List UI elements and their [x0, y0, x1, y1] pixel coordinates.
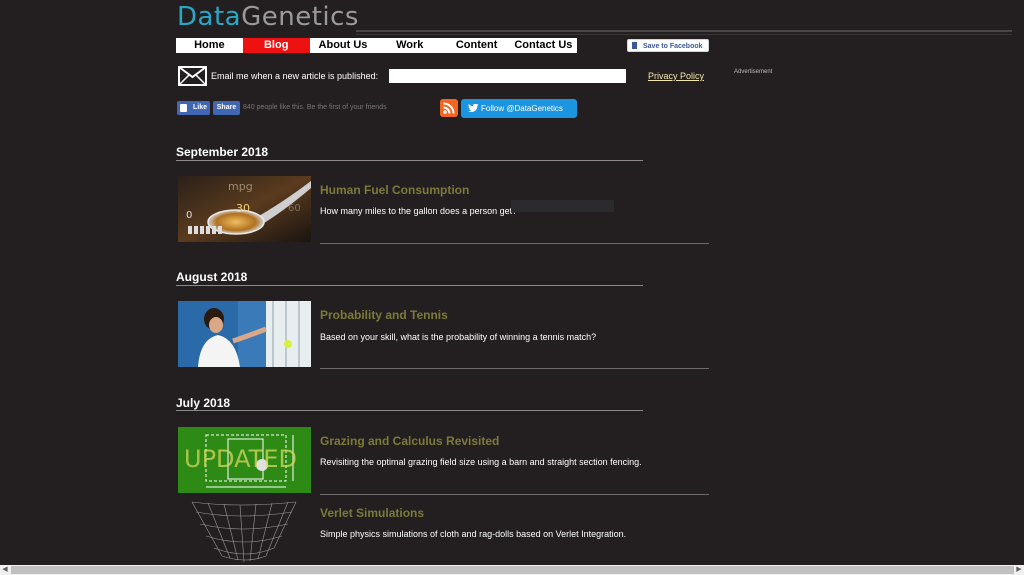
scrollbar-thumb[interactable]: [11, 566, 1014, 574]
header-divider: [356, 30, 1012, 32]
thumb-thirty-text: 30: [236, 202, 250, 215]
header-divider-secondary: [356, 34, 1012, 35]
month-heading: September 2018: [176, 145, 269, 159]
thumbs-up-icon: [180, 104, 187, 112]
article-title-grazing[interactable]: Grazing and Calculus Revisited: [320, 434, 499, 448]
article-desc-grazing: Revisiting the optimal grazing field siz…: [320, 457, 642, 467]
month-divider: [176, 285, 643, 286]
facebook-like-count: 840 people like this. Be the first of yo…: [243, 104, 387, 111]
month-divider: [176, 410, 643, 411]
site-logo[interactable]: DataGenetics: [177, 2, 359, 32]
article-desc-tennis: Based on your skill, what is the probabi…: [320, 332, 597, 342]
article-title-fuel[interactable]: Human Fuel Consumption: [320, 183, 469, 197]
nav-work[interactable]: Work: [376, 38, 443, 53]
save-to-facebook-button[interactable]: Save to Facebook: [627, 39, 709, 52]
month-heading: July 2018: [176, 396, 231, 410]
nav-contact-us[interactable]: Contact Us: [510, 38, 577, 53]
twitter-follow-button[interactable]: Follow @DataGenetics: [461, 99, 577, 118]
envelope-icon: [178, 66, 207, 86]
article-title-verlet[interactable]: Verlet Simulations: [320, 506, 424, 520]
thumb-mpg-text: mpg: [228, 180, 253, 193]
thumb-sixty-text: 60: [288, 203, 301, 214]
overlay-strip: [511, 200, 614, 212]
nav-content[interactable]: Content: [443, 38, 510, 53]
logo-genetics-text: Genetics: [241, 2, 359, 32]
article-desc-fuel: How many miles to the gallon does a pers…: [320, 206, 518, 216]
rss-icon[interactable]: [440, 99, 458, 117]
article-thumbnail-tennis[interactable]: [178, 301, 311, 367]
twitter-follow-label: Follow @DataGenetics: [481, 104, 563, 113]
article-desc-verlet: Simple physics simulations of cloth and …: [320, 529, 627, 539]
article-thumbnail-verlet[interactable]: [178, 498, 311, 564]
article-divider: [320, 494, 709, 495]
horizontal-scrollbar[interactable]: ◀ ▶: [0, 565, 1024, 575]
article-thumbnail-grazing[interactable]: UPDATED: [178, 427, 311, 493]
month-divider: [176, 160, 643, 161]
article-title-tennis[interactable]: Probability and Tennis: [320, 308, 448, 322]
scroll-left-arrow-icon[interactable]: ◀: [0, 565, 10, 575]
article-divider: [320, 368, 709, 369]
article-thumbnail-fuel[interactable]: mpg 0 30 60: [178, 176, 311, 242]
thumb-updated-text: UPDATED: [184, 445, 297, 473]
nav-blog[interactable]: Blog: [242, 38, 310, 53]
subscribe-label: Email me when a new article is published…: [211, 71, 379, 81]
thumb-zero-text: 0: [186, 210, 192, 221]
advertisement-label: Advertisement: [734, 69, 773, 75]
facebook-share-button[interactable]: Share: [213, 101, 240, 115]
month-heading: August 2018: [176, 270, 248, 284]
email-input[interactable]: [389, 69, 626, 83]
nav-home[interactable]: Home: [176, 38, 243, 53]
facebook-like-button[interactable]: Like: [177, 101, 210, 115]
like-label: Like: [192, 104, 207, 111]
privacy-policy-link[interactable]: Privacy Policy: [648, 71, 704, 81]
logo-data-text: Data: [177, 2, 242, 32]
bookmark-icon: [632, 42, 637, 49]
save-to-facebook-label: Save to Facebook: [643, 43, 703, 50]
nav-about-us[interactable]: About Us: [310, 38, 377, 53]
main-nav: Home Blog About Us Work Content Contact …: [176, 38, 577, 53]
scroll-right-arrow-icon[interactable]: ▶: [1014, 565, 1024, 575]
article-divider: [320, 243, 709, 244]
twitter-bird-icon: [468, 104, 479, 113]
